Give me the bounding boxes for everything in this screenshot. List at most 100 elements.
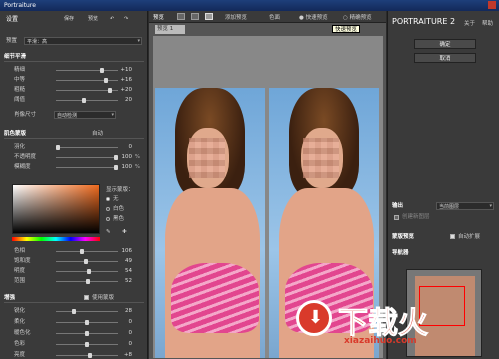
slider-track[interactable] (56, 353, 118, 358)
slider-knob[interactable] (87, 269, 92, 274)
slider-value[interactable]: 0 (114, 340, 133, 349)
slider-track[interactable] (56, 98, 118, 103)
slider-knob[interactable] (88, 353, 93, 358)
slider-knob[interactable] (85, 320, 89, 325)
mask-radio-none[interactable]: 无 (106, 195, 146, 203)
auto-expand-checkbox[interactable] (450, 234, 455, 239)
slider-track[interactable] (56, 68, 118, 73)
undo-icon[interactable]: ↶ (110, 15, 114, 24)
slider-knob[interactable] (84, 259, 89, 264)
slider-knob[interactable] (99, 68, 104, 73)
feature-size-dropdown[interactable]: 自动检测 (54, 111, 116, 119)
slider-label: 不透明度 (14, 154, 37, 160)
new-layer-checkbox[interactable] (394, 215, 399, 220)
slider-row: 不透明度 100% (4, 153, 144, 162)
slider-row: 色彩 0 (4, 340, 144, 349)
new-layer-label: 创建新图层 (402, 214, 430, 220)
skin-section-label: 肌色蒙版 (4, 131, 27, 137)
detail-section-header[interactable]: 细节平滑 (4, 52, 144, 62)
split-vertical-icon[interactable] (205, 13, 213, 20)
skin-mode-value[interactable]: 自动 (92, 129, 103, 139)
slider-knob[interactable] (56, 145, 60, 150)
slider-track[interactable] (56, 165, 118, 170)
ok-button[interactable]: 确定 (414, 39, 476, 49)
slider-value[interactable]: 0 (114, 318, 133, 327)
slider-knob[interactable] (86, 279, 91, 284)
settings-tab[interactable]: 设置 (6, 15, 18, 24)
slider-track[interactable] (56, 342, 118, 347)
fast-preview-radio[interactable]: ● 快速预览 (299, 13, 328, 21)
slider-unit: % (134, 154, 140, 160)
slider-knob[interactable] (82, 98, 87, 103)
preset-dropdown[interactable]: 平滑：高 (24, 37, 142, 45)
slider-knob[interactable] (103, 78, 108, 83)
overlay-button[interactable]: 色面 (269, 13, 280, 21)
use-mask-label: 使用蒙版 (92, 295, 115, 301)
slider-track[interactable] (56, 249, 118, 254)
slider-value[interactable]: 28 (114, 307, 132, 316)
slider-value[interactable]: 0 (114, 329, 133, 338)
split-horizontal-icon[interactable] (191, 13, 199, 20)
mask-radio-black[interactable]: 黑色 (106, 215, 146, 223)
navigator-header: 导航器 (392, 250, 409, 256)
brand-logo: PORTRAITURE 2 (392, 17, 456, 26)
watermark-url: xiazaihuo.com (344, 336, 417, 346)
add-preview-button[interactable]: 添加预览 (225, 13, 247, 21)
slider-track[interactable] (56, 259, 118, 264)
slider-value[interactable]: 54 (114, 267, 132, 276)
single-view-icon[interactable] (177, 13, 185, 20)
close-icon[interactable] (488, 1, 496, 9)
output-section: 输出 当前图层 (392, 201, 496, 211)
redo-icon[interactable]: ↷ (124, 15, 128, 24)
slider-track[interactable] (56, 145, 118, 150)
slider-track[interactable] (56, 320, 118, 325)
slider-value[interactable]: 100 (114, 163, 133, 172)
slider-knob[interactable] (85, 342, 89, 347)
slider-value[interactable]: 106 (114, 247, 133, 256)
slider-value[interactable]: 100 (114, 153, 133, 162)
output-dropdown[interactable]: 当前图层 (436, 202, 494, 210)
slider-row: 柔化 0 (4, 318, 144, 327)
slider-track[interactable] (56, 78, 118, 83)
about-link[interactable]: 关于 (464, 19, 475, 27)
enhance-section-header[interactable]: 增强 使用蒙版 (4, 293, 144, 303)
slider-track[interactable] (56, 269, 118, 274)
precise-preview-radio[interactable]: ○ 精确预览 (343, 13, 372, 21)
slider-value[interactable]: 52 (114, 277, 132, 286)
app-title: Portraiture (4, 2, 36, 9)
slider-value[interactable]: +20 (114, 86, 132, 95)
slider-value[interactable]: 0 (114, 143, 133, 152)
skin-color-picker[interactable] (12, 184, 100, 234)
slider-row: 暖色化 0 (4, 329, 144, 338)
slider-track[interactable] (56, 309, 118, 314)
slider-track[interactable] (56, 279, 118, 284)
slider-row: 范围 52 (4, 277, 144, 286)
slider-value[interactable]: 49 (114, 257, 132, 266)
mask-radio-white[interactable]: 白色 (106, 205, 146, 213)
slider-value[interactable]: +8 (114, 351, 132, 359)
slider-knob[interactable] (72, 309, 77, 314)
slider-label: 阈值 (14, 97, 26, 103)
slider-track[interactable] (56, 155, 118, 160)
help-link[interactable]: 帮助 (482, 19, 493, 27)
eyedropper-icon[interactable]: ✎ (106, 229, 111, 235)
slider-track[interactable] (56, 88, 118, 93)
slider-track[interactable] (56, 331, 118, 336)
slider-value[interactable]: +10 (114, 66, 132, 75)
slider-knob[interactable] (80, 249, 85, 254)
slider-knob[interactable] (85, 331, 89, 336)
slider-row: 锐化 28 (4, 307, 144, 316)
cancel-button[interactable]: 取消 (414, 53, 476, 63)
skin-section-header[interactable]: 肌色蒙版 自动 (4, 129, 144, 139)
default-button[interactable]: 预览 (88, 15, 98, 24)
hue-strip[interactable] (12, 237, 100, 241)
slider-value[interactable]: 20 (114, 96, 132, 105)
slider-knob[interactable] (108, 88, 113, 93)
use-mask-checkbox[interactable] (84, 295, 89, 300)
eyedropper-plus-icon[interactable]: ✚ (122, 229, 127, 235)
preview-tab-1[interactable]: 预览 1 (155, 25, 185, 34)
settings-toolbar: 设置 保存 预览 ↶ ↷ (0, 13, 148, 25)
slider-label: 色相 (14, 248, 26, 254)
slider-value[interactable]: +16 (114, 76, 132, 85)
save-button[interactable]: 保存 (64, 15, 74, 24)
